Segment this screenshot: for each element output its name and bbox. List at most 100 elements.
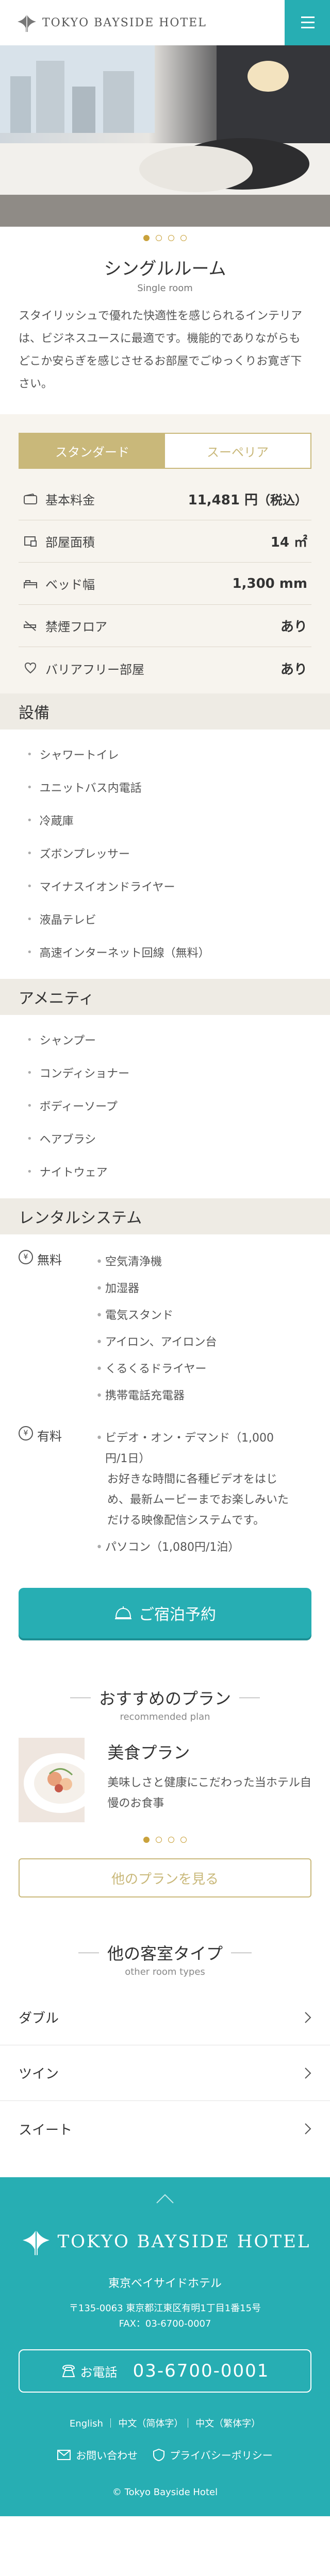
chevron-up-icon [156,2194,174,2204]
facilities-list: シャワートイレ ユニットバス内電話 冷蔵庫 ズボンプレッサー マイナスイオンドラ… [0,730,330,979]
list-item: シャンプー [27,1023,330,1056]
list-item: シャワートイレ [27,738,330,771]
rental-free-group: ¥ 無料 空気清浄機 加湿器 電気スタンド アイロン、アイロン台 くるくるドライ… [19,1246,311,1406]
spec-value: あり [280,619,307,635]
reserve-button[interactable]: ご宿泊予約 [19,1588,311,1638]
room-type-link-suite[interactable]: スイート [0,2101,330,2157]
list-item: マイナスイオンドライヤー [27,870,330,903]
room-description: スタイリッシュで優れた快適性を感じられるインテリアは、ビジネスユースに最適です。… [19,310,303,391]
list-item: 高速インターネット回線（無料） [27,936,330,969]
list-item: ナイトウェア [27,1155,330,1188]
room-type-link-double[interactable]: ダブル [0,1990,330,2045]
spec-value: 11,481 円（税込） [188,493,307,508]
heart-icon [23,660,38,676]
hamburger-icon [301,27,315,28]
spec-value: 14 ㎡ [270,535,307,550]
hamburger-icon [301,22,315,23]
room-title: シングルルーム [104,259,226,279]
mail-icon [57,2449,71,2460]
more-plans-button[interactable]: 他のプランを見る [19,1858,311,1897]
phone-button[interactable]: お電話 03-6700-0001 [19,2349,311,2393]
phone-number: 03-6700-0001 [133,2361,270,2381]
vod-description: お好きな時間に各種ビデオをはじめ、最新ムービーまでお楽しみいただける映像配信シス… [107,1473,289,1527]
list-item: パソコン（1,080円/1泊） [96,1531,292,1558]
logo-mark-icon [22,2228,50,2256]
plan-dot[interactable] [156,1837,162,1843]
spec-row-bed: ベッド幅 1,300 mm [19,563,311,605]
reserve-label: ご宿泊予約 [139,1606,216,1624]
tab-standard[interactable]: スタンダード [20,434,165,468]
language-links[interactable]: English ｜ 中文（简体字）｜ 中文（繁体字） [0,2416,330,2430]
hero-dot[interactable] [143,235,150,241]
plans-title: おすすめのプラン [0,1686,330,1709]
plan-name: 美食プラン [107,1743,190,1762]
spec-label: 基本料金 [45,493,95,507]
other-room-types: 他の客室タイプ other room types ダブル ツイン スイート [0,1897,330,2177]
paid-yen-icon: ¥ [19,1426,33,1440]
wallet-icon [23,492,38,507]
menu-button[interactable] [285,0,330,45]
plan-description: 美味しさと健康にこだわった当ホテル自慢のお食事 [107,1776,311,1810]
plan-card[interactable]: 美食プラン 美味しさと健康にこだわった当ホテル自慢のお食事 [0,1722,330,1822]
spec-value: あり [280,662,307,677]
list-item: くるくるドライヤー [96,1353,217,1380]
hero-dot[interactable] [180,235,187,241]
plan-image [19,1738,85,1822]
spec-list: 基本料金 11,481 円（税込） 部屋面積 14 ㎡ ベッド幅 1,300 m… [19,478,311,689]
back-to-top-button[interactable] [0,2194,330,2204]
footer-address: 〒135-0063 東京都江東区有明1丁目1番15号 FAX：03-6700-0… [69,2303,261,2329]
plans-subtitle: recommended plan [120,1711,210,1722]
footer-links: お問い合わせ プライバシーポリシー [0,2447,330,2462]
rental-free-list: 空気清浄機 加湿器 電気スタンド アイロン、アイロン台 くるくるドライヤー 携帯… [96,1246,217,1406]
phone-label: お電話 [80,2365,118,2380]
room-spec-panel: スタンダード スーペリア 基本料金 11,481 円（税込） 部屋面積 14 ㎡… [0,414,330,693]
spec-row-area: 部屋面積 14 ㎡ [19,520,311,563]
other-rooms-subtitle: other room types [125,1967,205,1977]
list-item: ヘアブラシ [27,1122,330,1155]
spec-label: ベッド幅 [45,578,95,592]
other-rooms-title: 他の客室タイプ [0,1941,330,1964]
room-icon [23,534,38,549]
rental-system: ¥ 無料 空気清浄機 加湿器 電気スタンド アイロン、アイロン台 くるくるドライ… [0,1234,330,1588]
spec-row-smoking: 禁煙フロア あり [19,605,311,647]
plan-dot[interactable] [180,1837,187,1843]
brand-logo[interactable]: TOKYO BAYSIDE HOTEL [15,12,207,33]
free-yen-icon: ¥ [19,1250,33,1264]
list-item: ズボンプレッサー [27,837,330,870]
plan-dot[interactable] [143,1837,150,1843]
list-item: ユニットバス内電話 [27,771,330,804]
no-smoking-icon [23,618,38,634]
shield-icon [153,2448,165,2461]
bed-icon [23,576,38,591]
hero-pagination [0,227,330,241]
rental-heading: レンタルシステム [0,1198,330,1234]
footer-hotel-name: 東京ベイサイドホテル [108,2277,222,2290]
footer-logo: TOKYO BAYSIDE HOTEL [0,2227,330,2257]
contact-link[interactable]: お問い合わせ [57,2447,138,2462]
rental-paid-list: ビデオ・オン・デマンド（1,000円/1日） お好きな時間に各種ビデオをはじめ、… [96,1422,292,1558]
plan-dot[interactable] [168,1837,174,1843]
rental-paid-label: ¥ 有料 [19,1422,96,1558]
facilities-heading: 設備 [0,693,330,730]
chevron-right-icon [305,2123,311,2134]
chevron-right-icon [305,2011,311,2023]
hamburger-icon [301,16,315,18]
brand-name: TOKYO BAYSIDE HOTEL [42,16,207,29]
other-rooms-list: ダブル ツイン スイート [0,1990,330,2157]
hero-dot[interactable] [168,235,174,241]
privacy-link[interactable]: プライバシーポリシー [153,2447,273,2462]
spec-row-price: 基本料金 11,481 円（税込） [19,478,311,520]
logo-mark-icon [18,13,36,32]
tab-superior[interactable]: スーペリア [165,434,310,468]
spec-row-barrier-free: バリアフリー部屋 あり [19,647,311,689]
spec-label: バリアフリー部屋 [45,662,144,677]
room-type-link-twin[interactable]: ツイン [0,2045,330,2101]
room-hero-image[interactable] [0,45,330,227]
phone-icon [62,2364,75,2377]
copyright: © Tokyo Bayside Hotel [112,2487,218,2498]
site-footer: TOKYO BAYSIDE HOTEL 東京ベイサイドホテル 〒135-0063… [0,2177,330,2516]
footer-brand: TOKYO BAYSIDE HOTEL [57,2231,311,2252]
list-item: 電気スタンド [96,1299,217,1326]
hero-dot[interactable] [156,235,162,241]
amenities-heading: アメニティ [0,979,330,1015]
